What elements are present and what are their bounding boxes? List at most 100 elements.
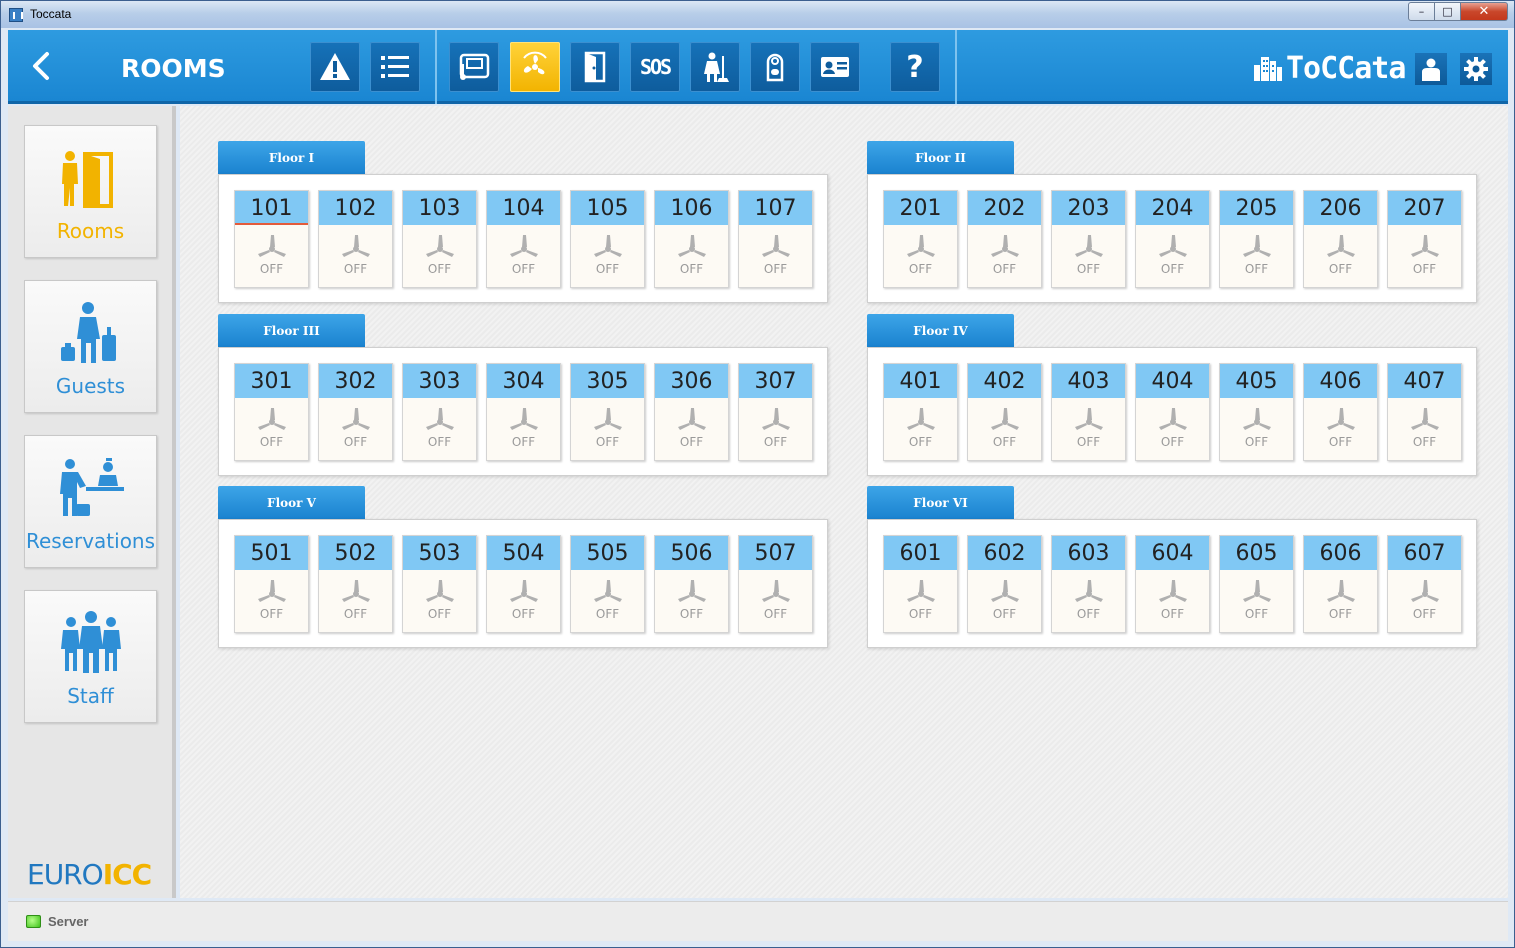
floor-group: Floor III 301 OFF 302 OFF 303 OFF 304 OFF 305 OFF 3… [218, 314, 828, 476]
room-tile[interactable]: 406 OFF [1303, 363, 1378, 461]
room-tile[interactable]: 506 OFF [654, 535, 729, 633]
room-tile[interactable]: 605 OFF [1219, 535, 1294, 633]
thermostat-button[interactable] [449, 42, 499, 92]
floor-tab[interactable]: Floor II [867, 141, 1014, 174]
floor-panel: 401 OFF 402 OFF 403 OFF 404 OFF 405 OFF 406 OFF 407 O… [867, 347, 1477, 476]
logo-text: ToCCata [1286, 50, 1406, 86]
floor-tab[interactable]: Floor III [218, 314, 365, 347]
fan-icon [508, 405, 540, 437]
room-tile[interactable]: 202 OFF [967, 190, 1042, 288]
room-tile[interactable]: 107 OFF [738, 190, 813, 288]
room-tile[interactable]: 303 OFF [402, 363, 477, 461]
toolbar-separator [435, 30, 437, 104]
list-icon [381, 56, 409, 78]
sidebar-item-guests[interactable]: Guests [24, 280, 157, 413]
room-tile[interactable]: 403 OFF [1051, 363, 1126, 461]
room-tile[interactable]: 206 OFF [1303, 190, 1378, 288]
fan-state-label: OFF [511, 262, 536, 276]
user-button[interactable] [1415, 53, 1447, 85]
do-not-disturb-button[interactable] [750, 42, 800, 92]
room-tile[interactable]: 502 OFF [318, 535, 393, 633]
close-button[interactable]: ✕ [1461, 2, 1508, 21]
room-status-body: OFF [968, 225, 1041, 287]
room-tile[interactable]: 305 OFF [570, 363, 645, 461]
id-card-button[interactable] [810, 42, 860, 92]
room-tile[interactable]: 401 OFF [883, 363, 958, 461]
sidebar-item-rooms[interactable]: Rooms [24, 125, 157, 258]
room-number: 302 [319, 364, 392, 398]
room-tile[interactable]: 602 OFF [967, 535, 1042, 633]
door-button[interactable] [570, 42, 620, 92]
fan-state-label: OFF [1412, 435, 1437, 449]
room-tile[interactable]: 204 OFF [1135, 190, 1210, 288]
room-tile[interactable]: 304 OFF [486, 363, 561, 461]
room-number: 606 [1304, 536, 1377, 570]
room-tile[interactable]: 503 OFF [402, 535, 477, 633]
room-tile[interactable]: 307 OFF [738, 363, 813, 461]
fan-state-label: OFF [1244, 607, 1269, 621]
room-tile[interactable]: 106 OFF [654, 190, 729, 288]
room-tile[interactable]: 103 OFF [402, 190, 477, 288]
fan-icon [592, 405, 624, 437]
floor-group: Floor V 501 OFF 502 OFF 503 OFF 504 OFF 505 OFF 506… [218, 486, 828, 648]
room-status-body: OFF [319, 570, 392, 632]
room-tile[interactable]: 601 OFF [883, 535, 958, 633]
fan-state-label: OFF [763, 435, 788, 449]
room-tile[interactable]: 402 OFF [967, 363, 1042, 461]
room-tile[interactable]: 101 OFF [234, 190, 309, 288]
room-tile[interactable]: 604 OFF [1135, 535, 1210, 633]
room-tile[interactable]: 404 OFF [1135, 363, 1210, 461]
toolbar-separator [955, 30, 957, 104]
room-tile[interactable]: 104 OFF [486, 190, 561, 288]
room-status-body: OFF [1388, 225, 1461, 287]
fan-state-label: OFF [511, 607, 536, 621]
room-tile[interactable]: 205 OFF [1219, 190, 1294, 288]
room-tile[interactable]: 407 OFF [1387, 363, 1462, 461]
room-tile[interactable]: 105 OFF [570, 190, 645, 288]
room-tile[interactable]: 603 OFF [1051, 535, 1126, 633]
alarms-button[interactable] [310, 42, 360, 92]
sidebar-item-staff[interactable]: Staff [24, 590, 157, 723]
app-window: Toccata – □ ✕ ROOMS SOS ? ToCCata Rooms … [0, 0, 1515, 948]
fan-icon [989, 405, 1021, 437]
back-button[interactable] [26, 48, 56, 84]
fan-state-label: OFF [259, 262, 284, 276]
room-tile[interactable]: 505 OFF [570, 535, 645, 633]
fan-state-label: OFF [1328, 607, 1353, 621]
room-tile[interactable]: 405 OFF [1219, 363, 1294, 461]
help-button[interactable]: ? [890, 42, 940, 92]
floor-tab[interactable]: Floor V [218, 486, 365, 519]
room-status-body: OFF [884, 225, 957, 287]
sos-button[interactable]: SOS [630, 42, 680, 92]
room-tile[interactable]: 504 OFF [486, 535, 561, 633]
fan-mode-button[interactable] [510, 42, 560, 92]
room-tile[interactable]: 207 OFF [1387, 190, 1462, 288]
fan-state-label: OFF [1160, 262, 1185, 276]
room-tile[interactable]: 201 OFF [883, 190, 958, 288]
fan-state-label: OFF [1244, 262, 1269, 276]
floor-panel: 301 OFF 302 OFF 303 OFF 304 OFF 305 OFF 306 OFF 307 O… [218, 347, 828, 476]
room-tile[interactable]: 507 OFF [738, 535, 813, 633]
floor-tab[interactable]: Floor VI [867, 486, 1014, 519]
sidebar-item-reservations[interactable]: Reservations [24, 435, 157, 568]
window-titlebar[interactable]: Toccata – □ ✕ [1, 1, 1514, 28]
room-number: 504 [487, 536, 560, 570]
settings-button[interactable] [1460, 53, 1492, 85]
fan-icon [760, 405, 792, 437]
room-tile[interactable]: 203 OFF [1051, 190, 1126, 288]
minimize-button[interactable]: – [1408, 2, 1435, 21]
floor-tab[interactable]: Floor IV [867, 314, 1014, 347]
room-tile[interactable]: 607 OFF [1387, 535, 1462, 633]
cleaning-button[interactable] [690, 42, 740, 92]
room-tile[interactable]: 606 OFF [1303, 535, 1378, 633]
floor-tab[interactable]: Floor I [218, 141, 365, 174]
fan-icon [592, 577, 624, 609]
maximize-button[interactable]: □ [1435, 2, 1461, 21]
fan-state-label: OFF [511, 435, 536, 449]
room-tile[interactable]: 306 OFF [654, 363, 729, 461]
room-tile[interactable]: 501 OFF [234, 535, 309, 633]
list-button[interactable] [370, 42, 420, 92]
room-tile[interactable]: 302 OFF [318, 363, 393, 461]
room-tile[interactable]: 102 OFF [318, 190, 393, 288]
room-tile[interactable]: 301 OFF [234, 363, 309, 461]
